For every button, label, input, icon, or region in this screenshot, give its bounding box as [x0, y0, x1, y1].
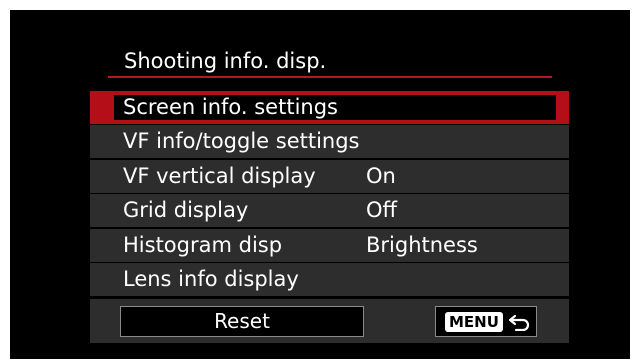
menu-item-label: VF vertical display: [123, 163, 316, 188]
menu-item-label: Histogram disp: [123, 232, 283, 257]
reset-button[interactable]: Reset: [120, 306, 364, 337]
menu-item-lens-info-display[interactable]: Lens info display: [90, 262, 569, 296]
title-divider: [108, 76, 552, 78]
menu-item-label: Grid display: [123, 198, 249, 223]
settings-menu-list: Screen info. settings VF info/toggle set…: [90, 91, 569, 297]
page-title: Shooting info. disp.: [124, 49, 327, 73]
menu-item-label: Lens info display: [123, 266, 299, 291]
menu-item-label: VF info/toggle settings: [123, 129, 360, 154]
menu-back-button[interactable]: MENU: [435, 306, 537, 337]
menu-item-label: Screen info. settings: [123, 95, 338, 119]
menu-item-screen-info-settings[interactable]: Screen info. settings: [90, 91, 569, 124]
menu-item-value: Off: [366, 198, 397, 223]
menu-item-grid-display[interactable]: Grid display Off: [90, 194, 569, 228]
return-arrow-icon: [508, 314, 530, 331]
menu-item-vf-vertical-display[interactable]: VF vertical display On: [90, 159, 569, 193]
menu-item-histogram-disp[interactable]: Histogram disp Brightness: [90, 228, 569, 262]
menu-item-value: Brightness: [366, 232, 478, 257]
menu-item-value: On: [366, 163, 396, 188]
menu-label-badge: MENU: [445, 312, 503, 332]
bottom-action-bar: Reset MENU: [90, 299, 569, 343]
camera-menu-screen: Shooting info. disp. Screen info. settin…: [10, 10, 630, 359]
menu-item-vf-info-toggle-settings[interactable]: VF info/toggle settings: [90, 125, 569, 159]
